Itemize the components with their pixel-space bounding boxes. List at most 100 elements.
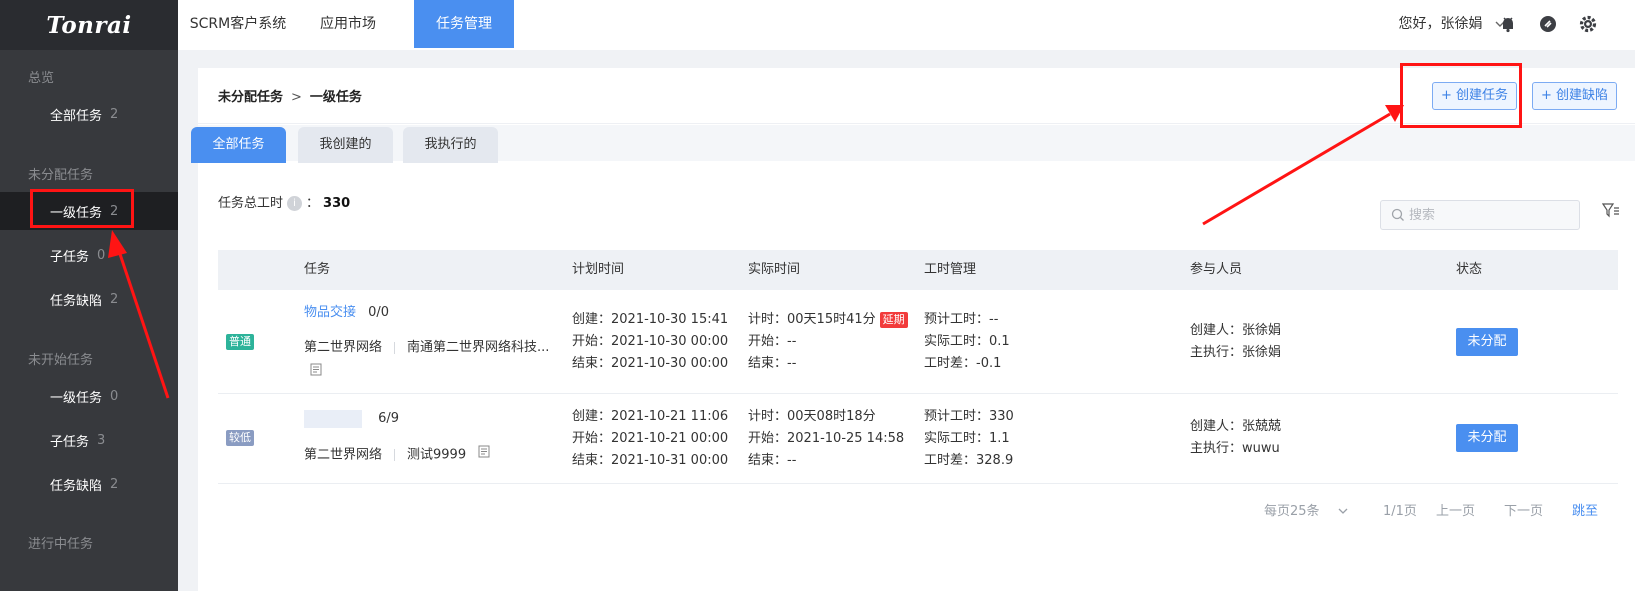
jump-to-page-button[interactable]: 跳至	[1572, 500, 1598, 519]
delay-badge: 延期	[879, 312, 908, 328]
task-title-line: 6/9	[304, 408, 399, 430]
document-icon[interactable]	[310, 362, 322, 384]
search-box[interactable]	[1380, 200, 1580, 230]
sidebar-item-label: 任务缺陷	[50, 478, 103, 494]
task-project: 南通第二世界网络科技...	[407, 340, 550, 355]
sidebar: Tonrai 总览 全部任务 2 未分配任务 一级任务 2 子任务 0 任务缺陷 2 未…	[0, 0, 178, 591]
hours-cell: 预计工时：-- 实际工时：0.1 工时差：-0.1	[924, 309, 1010, 375]
sidebar-item-count: 0	[97, 247, 106, 263]
page-info: 1/1页	[1383, 504, 1417, 519]
total-hours-value: 330	[323, 196, 351, 211]
next-page-button[interactable]: 下一页	[1504, 500, 1543, 519]
sidebar-group-unassigned: 未分配任务	[28, 168, 94, 183]
info-icon[interactable]: i	[287, 196, 303, 211]
executor: 主执行：张徐娟	[1190, 345, 1282, 360]
task-project: 测试9999	[407, 447, 467, 463]
logo: Tonrai	[0, 0, 178, 50]
actual-timer: 计时：00天08时18分	[748, 409, 876, 424]
total-hours-separator: ：	[306, 196, 320, 211]
actual-hours: 实际工时：0.1	[924, 334, 1010, 349]
status-button[interactable]: 未分配	[1456, 328, 1518, 356]
task-progress: 0/0	[368, 305, 390, 320]
search-input[interactable]	[1409, 206, 1569, 224]
bell-icon[interactable]	[1497, 13, 1519, 35]
hours-difference: 工时差：-0.1	[924, 356, 1002, 371]
plan-start: 开始：2021-10-30 00:00	[572, 334, 729, 349]
column-header-actual-time: 实际时间	[748, 262, 801, 277]
sidebar-item-count: 2	[110, 291, 119, 307]
sidebar-group-not-started: 未开始任务	[28, 353, 94, 368]
breadcrumb-parent[interactable]: 未分配任务	[218, 90, 283, 105]
sidebar-item-label: 子任务	[50, 434, 90, 450]
priority-badge: 较低	[226, 430, 254, 446]
sidebar-item-count: 2	[110, 106, 119, 122]
creator: 创建人：张兢兢	[1190, 419, 1282, 434]
user-menu[interactable]: 您好，张徐娟	[1399, 0, 1505, 48]
chevron-down-icon	[1338, 504, 1348, 519]
plan-time-cell: 创建：2021-10-30 15:41 开始：2021-10-30 00:00 …	[572, 309, 728, 375]
sidebar-item-unassigned-subtask[interactable]: 子任务 0	[0, 236, 178, 274]
sidebar-item-notstarted-level1[interactable]: 一级任务 0	[0, 377, 178, 415]
estimated-hours: 预计工时：--	[924, 312, 999, 327]
sidebar-item-label: 子任务	[50, 249, 90, 265]
estimated-hours: 预计工时：330	[924, 409, 1014, 424]
sidebar-item-label: 任务缺陷	[50, 293, 103, 309]
sidebar-item-count: 3	[97, 432, 106, 448]
column-header-status: 状态	[1456, 262, 1483, 277]
create-defect-button[interactable]: + 创建缺陷	[1532, 82, 1618, 110]
task-filter-tabs: 全部任务 我创建的 我执行的	[191, 125, 1635, 163]
nav-tab-scrm[interactable]: SCRM客户系统	[178, 0, 298, 48]
actual-time-cell: 计时：00天15时41分 延期 开始：-- 结束：--	[748, 309, 908, 375]
nav-tab-task-management[interactable]: 任务管理	[414, 0, 514, 48]
sidebar-item-count: 2	[110, 476, 119, 492]
breadcrumb-separator: >	[291, 90, 302, 105]
total-hours-label: 任务总工时	[218, 196, 284, 211]
nav-tab-app-market[interactable]: 应用市场	[298, 0, 398, 48]
divider	[394, 449, 396, 461]
document-icon[interactable]	[478, 444, 490, 466]
actual-time-cell: 计时：00天08时18分 开始：2021-10-25 14:58 结束：--	[748, 406, 904, 472]
main-panel: 未分配任务 > 一级任务 + 创建任务 + 创建缺陷 全部任务 我创建的 我执行的 …	[191, 68, 1635, 591]
sidebar-item-notstarted-subtask[interactable]: 子任务 3	[0, 421, 178, 459]
creator: 创建人：张徐娟	[1190, 323, 1282, 338]
breadcrumb: 未分配任务 > 一级任务	[218, 86, 362, 105]
sidebar-item-count: 0	[110, 388, 119, 404]
sidebar-item-label: 全部任务	[50, 108, 103, 124]
plan-create: 创建：2021-10-21 11:06	[572, 409, 729, 424]
chat-icon[interactable]	[1537, 13, 1559, 35]
priority-cell: 较低	[226, 427, 254, 449]
divider	[394, 341, 396, 354]
table-row[interactable]: 普通 物品交接 0/0 第二世界网络 南通第二世界网络科技... 创建：2021-…	[218, 290, 1618, 394]
filter-icon[interactable]	[1601, 202, 1620, 222]
column-header-participants: 参与人员	[1190, 262, 1243, 277]
tab-created-by-me[interactable]: 我创建的	[298, 127, 393, 163]
hours-difference: 工时差：328.9	[924, 453, 1014, 468]
table-row[interactable]: 较低 6/9 第二世界网络 测试9999 创建：2021-10-21 11:06 …	[218, 394, 1618, 484]
participants-cell: 创建人：张兢兢 主执行：wuwu	[1190, 416, 1281, 460]
actual-timer: 计时：00天15时41分	[748, 312, 876, 327]
actual-end: 结束：--	[748, 453, 797, 468]
participants-cell: 创建人：张徐娟 主执行：张徐娟	[1190, 320, 1281, 364]
column-header-hours: 工时管理	[924, 262, 977, 277]
sidebar-item-all-tasks[interactable]: 全部任务 2	[0, 95, 178, 133]
sidebar-item-label: 一级任务	[50, 390, 103, 406]
sidebar-item-notstarted-defect[interactable]: 任务缺陷 2	[0, 465, 178, 503]
plan-end: 结束：2021-10-30 00:00	[572, 356, 729, 371]
status-button[interactable]: 未分配	[1456, 424, 1518, 452]
sidebar-item-unassigned-defect[interactable]: 任务缺陷 2	[0, 280, 178, 318]
column-header-task: 任务	[304, 262, 331, 277]
tab-executed-by-me[interactable]: 我执行的	[403, 127, 498, 163]
page-size-label: 每页25条	[1264, 504, 1320, 519]
task-meta-line: 第二世界网络 测试9999	[304, 444, 490, 467]
task-name-redacted[interactable]	[304, 409, 362, 428]
highlight-box-sidebar	[30, 189, 134, 228]
actual-start: 开始：2021-10-25 14:58	[748, 431, 905, 446]
tab-all-tasks[interactable]: 全部任务	[191, 127, 286, 163]
gear-icon[interactable]	[1577, 13, 1599, 35]
task-company: 第二世界网络	[304, 340, 383, 355]
top-navigation: SCRM客户系统 应用市场 任务管理 您好，张徐娟	[178, 0, 1635, 50]
task-name-link[interactable]: 物品交接	[304, 305, 356, 320]
prev-page-button[interactable]: 上一页	[1436, 500, 1475, 519]
hours-cell: 预计工时：330 实际工时：1.1 工时差：328.9	[924, 406, 1014, 472]
page-size-select[interactable]: 每页25条	[1264, 500, 1348, 519]
